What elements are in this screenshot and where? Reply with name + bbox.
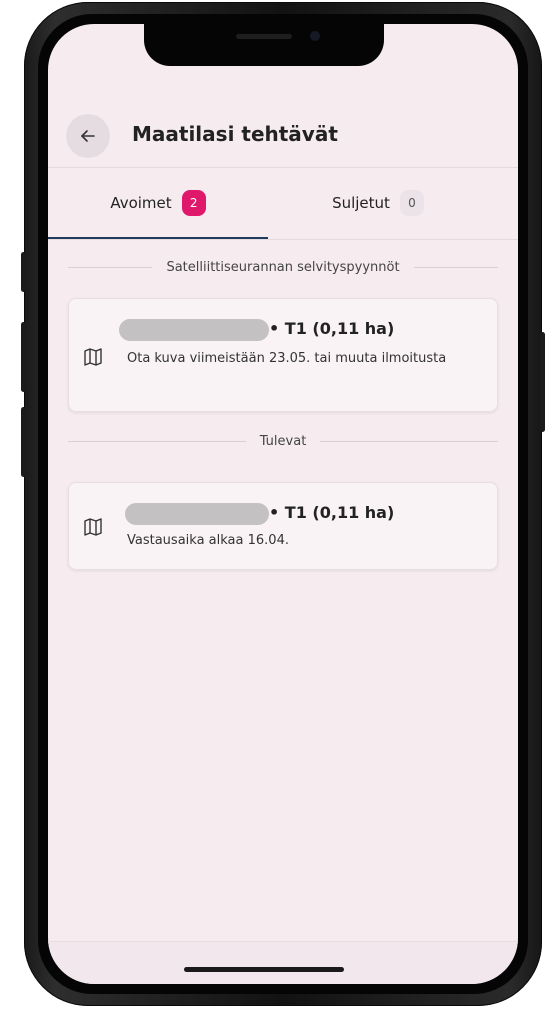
volume-up-button [21,322,26,392]
plot-title: • T1 (0,11 ha) [269,319,395,338]
app-header: Maatilasi tehtävät [48,88,518,166]
mute-switch [21,252,26,292]
bottom-bar [48,941,518,984]
app-screen: Maatilasi tehtävät Avoimet 2 Suljetut 0 [48,24,518,984]
volume-down-button [21,407,26,477]
task-card[interactable]: • T1 (0,11 ha) Ota kuva viimeistään 23.0… [68,298,498,412]
divider-line [413,267,498,268]
count-badge: 0 [399,190,424,216]
map-icon [84,518,102,536]
section-heading-satellite: Satelliittiseurannan selvityspyynnöt [68,260,498,275]
phone-frame: Maatilasi tehtävät Avoimet 2 Suljetut 0 [21,2,545,1006]
phone-notch [144,24,384,66]
arrow-left-icon [81,130,95,142]
section-heading-text: Tulevat [259,434,307,449]
phone-bezel: Maatilasi tehtävät Avoimet 2 Suljetut 0 [38,14,528,994]
divider-line [68,267,153,268]
tabs-divider [48,239,518,240]
map-icon [84,348,102,366]
divider-line [68,441,246,442]
plot-title: • T1 (0,11 ha) [269,503,395,522]
tab-label: Avoimet [110,194,172,212]
task-card[interactable]: • T1 (0,11 ha) Vastausaika alkaa 16.04. [68,482,498,570]
section-heading-text: Satelliittiseurannan selvityspyynnöt [166,260,400,275]
page-title: Maatilasi tehtävät [132,122,338,146]
tab-suljetut[interactable]: Suljetut 0 [268,168,488,238]
front-camera [310,31,320,41]
redacted-farm-name [125,503,269,525]
tab-avoimet[interactable]: Avoimet 2 [48,168,268,238]
count-badge: 2 [181,190,206,216]
home-indicator[interactable] [184,967,344,972]
tab-bar: Avoimet 2 Suljetut 0 [48,168,518,240]
task-description: Ota kuva viimeistään 23.05. tai muuta il… [127,351,447,366]
power-button [540,332,545,432]
back-button[interactable] [66,114,110,158]
speaker-grille [236,34,292,39]
divider-line [320,441,499,442]
section-heading-tulevat: Tulevat [68,434,499,449]
redacted-farm-name [119,319,269,341]
task-description: Vastausaika alkaa 16.04. [127,533,289,548]
tab-label: Suljetut [332,194,390,212]
